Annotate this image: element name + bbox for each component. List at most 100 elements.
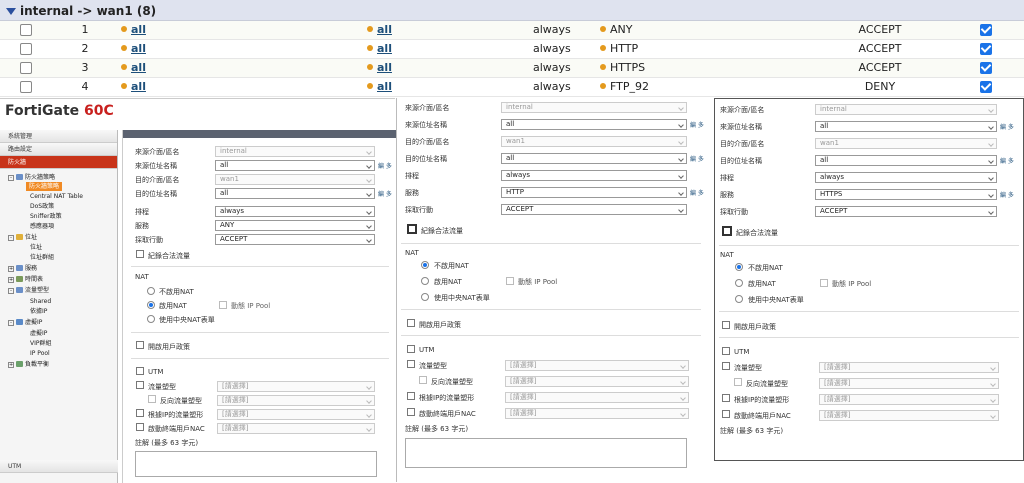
log-checkbox[interactable] — [136, 250, 144, 258]
nac-select[interactable]: [請選擇] — [217, 423, 375, 434]
shaping-checkbox[interactable] — [136, 381, 144, 389]
tree-item-address-groups[interactable]: 位址群組 — [30, 253, 54, 262]
policy-row[interactable]: 2 all all always HTTP ACCEPT — [0, 40, 1024, 59]
schedule-select[interactable]: always — [215, 206, 375, 217]
tree-item-central-nat[interactable]: Central NAT Table — [30, 192, 83, 201]
dst-intf-select[interactable]: wan1 — [815, 138, 997, 149]
reverse-shaping-select[interactable]: [請選擇] — [505, 376, 689, 387]
src-addr-select[interactable]: all — [215, 160, 375, 171]
sidebar-section-utm[interactable]: UTM — [0, 460, 118, 473]
utm-checkbox[interactable] — [722, 347, 730, 355]
nac-checkbox[interactable] — [407, 408, 415, 416]
dyn-pool-checkbox[interactable] — [820, 279, 828, 287]
utm-checkbox[interactable] — [407, 345, 415, 353]
destination-link[interactable]: all — [377, 23, 392, 36]
tree-item-traffic-shaper[interactable]: - 流量塑型 — [8, 286, 49, 295]
enable-checkbox[interactable] — [980, 24, 992, 36]
perip-checkbox[interactable] — [136, 409, 144, 417]
dst-addr-select[interactable]: all — [215, 188, 375, 199]
utm-checkbox[interactable] — [136, 367, 144, 375]
policy-row[interactable]: 1 all all always ANY ACCEPT — [0, 21, 1024, 40]
reverse-shaping-select[interactable]: [請選擇] — [819, 378, 999, 389]
auth-checkbox[interactable] — [407, 319, 415, 327]
action-select[interactable]: ACCEPT — [815, 206, 997, 217]
log-checkbox[interactable] — [722, 226, 732, 236]
auth-checkbox[interactable] — [136, 341, 144, 349]
central-nat-radio[interactable] — [147, 315, 155, 323]
tree-item-service[interactable]: + 服務 — [8, 264, 37, 273]
tree-item-vip-group[interactable]: - 虛擬IP — [8, 318, 42, 327]
perip-checkbox[interactable] — [407, 392, 415, 400]
reverse-shaping-checkbox[interactable] — [148, 395, 156, 403]
enable-checkbox[interactable] — [980, 81, 992, 93]
source-link[interactable]: all — [131, 61, 146, 74]
nac-select[interactable]: [請選擇] — [819, 410, 999, 421]
policy-group-header[interactable]: internal -> wan1 (8) — [0, 0, 1024, 21]
shaping-select[interactable]: [請選擇] — [505, 360, 689, 371]
src-intf-select[interactable]: internal — [815, 104, 997, 115]
schedule-select[interactable]: always — [815, 172, 997, 183]
nat-off-radio[interactable] — [421, 261, 429, 269]
edit-service-icon[interactable]: 編 多 — [690, 188, 704, 197]
destination-link[interactable]: all — [377, 80, 392, 93]
tree-item-policy[interactable]: 防火牆策略 — [26, 182, 63, 191]
perip-select[interactable]: [請選擇] — [505, 392, 689, 403]
nat-off-radio[interactable] — [147, 287, 155, 295]
row-select-checkbox[interactable] — [20, 24, 32, 36]
tree-item-vip-groups[interactable]: VIP群組 — [30, 339, 52, 348]
src-addr-select[interactable]: all — [501, 119, 687, 130]
edit-service-icon[interactable]: 編 多 — [1000, 190, 1014, 199]
tree-item-sniffer[interactable]: Sniffer政策 — [30, 212, 62, 221]
src-intf-select[interactable]: internal — [501, 102, 687, 113]
perip-checkbox[interactable] — [722, 394, 730, 402]
central-nat-radio[interactable] — [421, 293, 429, 301]
tree-item-policy-group[interactable]: - 防火牆策略 — [8, 173, 55, 182]
edit-src-addr-icon[interactable]: 編 多 — [690, 120, 704, 129]
reverse-shaping-checkbox[interactable] — [419, 376, 427, 384]
edit-src-addr-icon[interactable]: 編 多 — [378, 161, 392, 170]
tree-item-dos[interactable]: DoS政策 — [30, 202, 54, 211]
sidebar-section-firewall[interactable]: 防火牆 — [0, 156, 117, 169]
dyn-pool-checkbox[interactable] — [506, 277, 514, 285]
tree-item-vip[interactable]: 虛擬IP — [30, 329, 47, 338]
perip-select[interactable]: [請選擇] — [819, 394, 999, 405]
enable-checkbox[interactable] — [980, 43, 992, 55]
nac-select[interactable]: [請選擇] — [505, 408, 689, 419]
destination-link[interactable]: all — [377, 61, 392, 74]
tree-item-schedule[interactable]: + 時間表 — [8, 275, 43, 284]
policy-row[interactable]: 3 all all always HTTPS ACCEPT — [0, 59, 1024, 78]
tree-item-ip-pool[interactable]: IP Pool — [30, 349, 50, 358]
dyn-pool-checkbox[interactable] — [219, 301, 227, 309]
service-select[interactable]: HTTP — [501, 187, 687, 198]
nat-on-radio[interactable] — [421, 277, 429, 285]
collapse-triangle-icon[interactable] — [6, 8, 16, 15]
tree-item-shared[interactable]: Shared — [30, 297, 51, 306]
dst-addr-select[interactable]: all — [815, 155, 997, 166]
sidebar-section-router[interactable]: 路由設定 — [0, 143, 117, 156]
nat-off-radio[interactable] — [735, 263, 743, 271]
shaping-checkbox[interactable] — [722, 362, 730, 370]
sidebar-section-system[interactable]: 系統管理 — [0, 130, 117, 143]
edit-dst-addr-icon[interactable]: 編 多 — [690, 154, 704, 163]
shaping-select[interactable]: [請選擇] — [819, 362, 999, 373]
source-link[interactable]: all — [131, 80, 146, 93]
comment-textarea[interactable] — [135, 451, 377, 477]
auth-checkbox[interactable] — [722, 321, 730, 329]
action-select[interactable]: ACCEPT — [215, 234, 375, 245]
service-select[interactable]: ANY — [215, 220, 375, 231]
tree-item-per-ip[interactable]: 依據IP — [30, 307, 47, 316]
central-nat-radio[interactable] — [735, 295, 743, 303]
tree-item-address[interactable]: 位址 — [30, 243, 42, 252]
src-addr-select[interactable]: all — [815, 121, 997, 132]
edit-src-addr-icon[interactable]: 編 多 — [1000, 122, 1014, 131]
action-select[interactable]: ACCEPT — [501, 204, 687, 215]
destination-link[interactable]: all — [377, 42, 392, 55]
row-select-checkbox[interactable] — [20, 43, 32, 55]
tree-item-sensor[interactable]: 感應器項 — [30, 222, 54, 231]
edit-dst-addr-icon[interactable]: 編 多 — [378, 189, 392, 198]
policy-row[interactable]: 4 all all always FTP_92 DENY — [0, 78, 1024, 97]
reverse-shaping-checkbox[interactable] — [734, 378, 742, 386]
source-link[interactable]: all — [131, 42, 146, 55]
comment-textarea[interactable] — [405, 438, 687, 468]
nat-on-radio[interactable] — [147, 301, 155, 309]
